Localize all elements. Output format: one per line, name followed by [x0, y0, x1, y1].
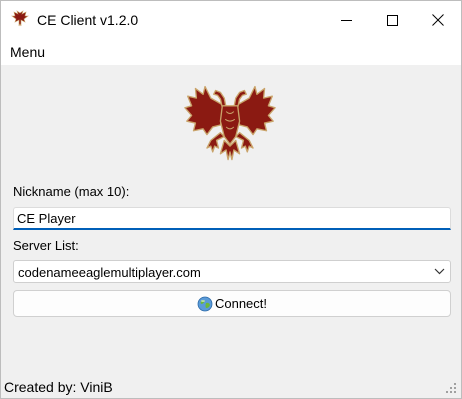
chevron-down-icon — [434, 268, 445, 275]
maximize-button[interactable] — [369, 1, 415, 39]
title-bar[interactable]: CE Client v1.2.0 — [1, 1, 461, 39]
close-icon — [432, 14, 444, 26]
server-select[interactable]: codenameeaglemultiplayer.com — [13, 260, 451, 283]
double-headed-eagle-emblem — [184, 85, 276, 161]
connect-button-label: Connect! — [214, 296, 268, 311]
resize-grip-icon[interactable] — [445, 382, 457, 394]
window-title: CE Client v1.2.0 — [37, 12, 139, 28]
app-window: CE Client v1.2.0 Menu Nickname (max 10):… — [0, 0, 462, 399]
maximize-icon — [386, 14, 398, 26]
minimize-icon — [340, 19, 352, 21]
server-list-label: Server List: — [13, 238, 79, 253]
connect-button[interactable]: Connect! — [13, 290, 451, 317]
menu-bar: Menu — [1, 39, 461, 65]
credit-text: Created by: ViniB — [4, 379, 113, 395]
nickname-label: Nickname (max 10): — [13, 184, 130, 199]
minimize-button[interactable] — [323, 1, 369, 39]
globe-icon — [197, 296, 213, 311]
nickname-input[interactable] — [13, 207, 451, 230]
menu-item-menu[interactable]: Menu — [10, 44, 45, 60]
close-button[interactable] — [415, 1, 461, 39]
eagle-icon — [11, 10, 29, 27]
server-selected-value: codenameeaglemultiplayer.com — [18, 265, 201, 280]
